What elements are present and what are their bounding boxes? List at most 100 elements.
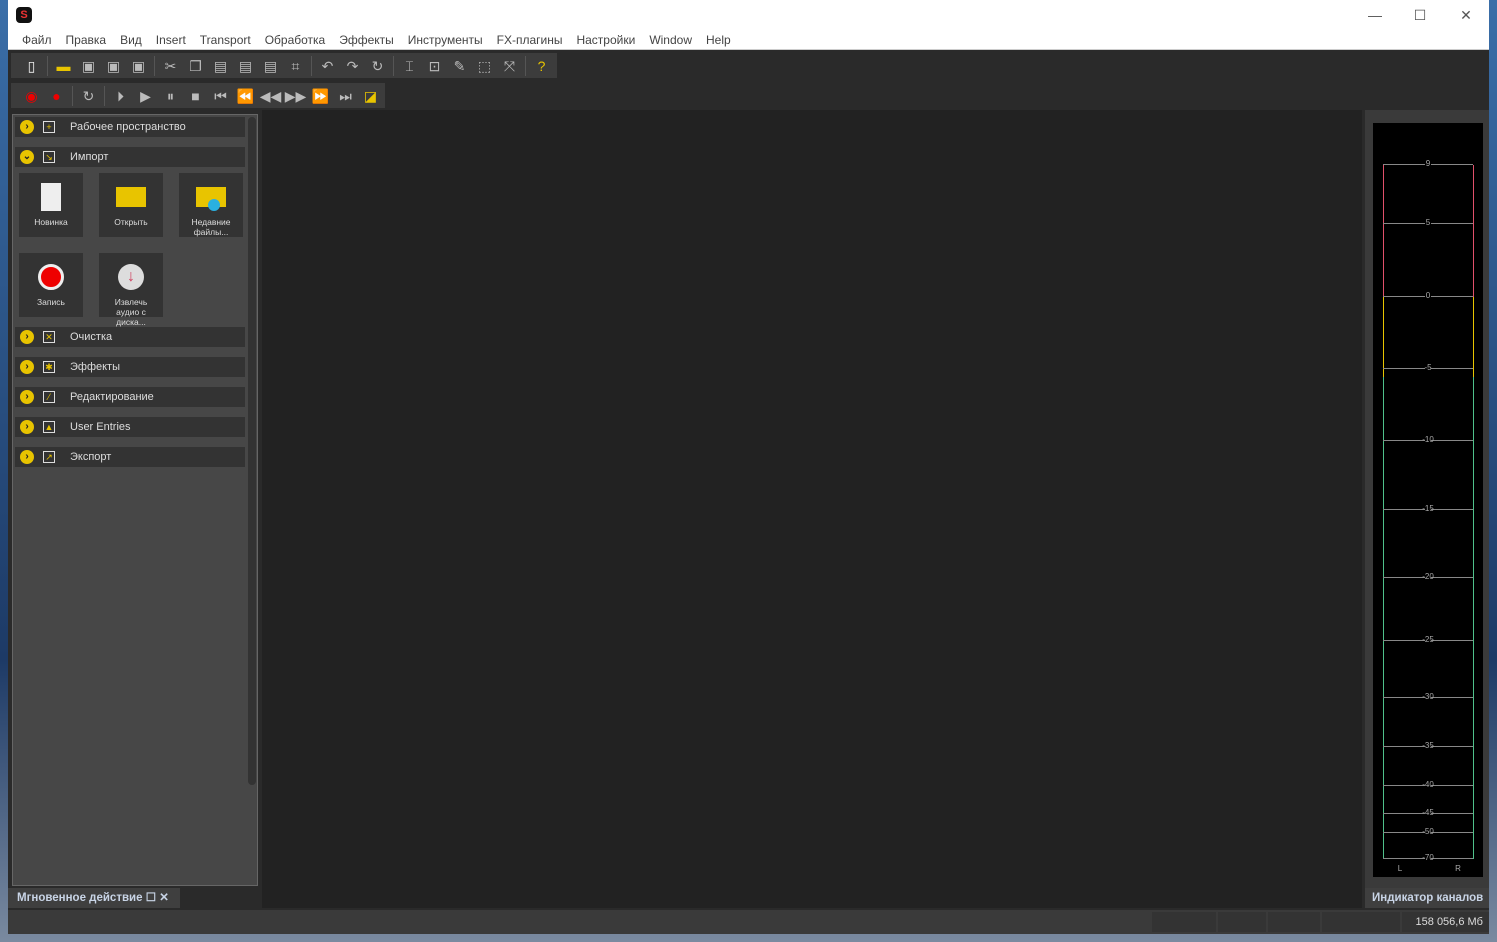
forward-icon[interactable]: ▶▶ [283, 85, 308, 107]
go-end-icon[interactable]: ⏭ [333, 85, 358, 107]
menu-5[interactable]: Обработка [258, 30, 333, 49]
channel-label: L [1397, 864, 1403, 873]
channel-meter-tab[interactable]: Индикатор каналов [1365, 888, 1489, 908]
section-user[interactable]: › ▲ User Entries [15, 417, 245, 437]
status-cell [1268, 912, 1320, 932]
copy-icon[interactable]: ❐ [183, 55, 208, 77]
save-icon[interactable]: ▣ [76, 55, 101, 77]
stop-icon[interactable]: ■ [183, 85, 208, 107]
chevron-right-icon[interactable]: › [20, 420, 34, 434]
meter-label: -25 [1422, 635, 1434, 644]
prev-icon[interactable]: ⏪ [233, 85, 258, 107]
chevron-right-icon[interactable]: › [20, 120, 34, 134]
chevron-right-icon[interactable]: › [20, 390, 34, 404]
instant-action-label: Мгновенное действие [17, 892, 143, 904]
menu-11[interactable]: Help [699, 30, 738, 49]
status-bar: 158 056,6 Мб [8, 910, 1489, 934]
menu-6[interactable]: Эффекты [332, 30, 401, 49]
pause-icon[interactable]: ⏸ [158, 85, 183, 107]
open-folder-icon[interactable]: ▬ [51, 55, 76, 77]
meter-label: -35 [1422, 741, 1434, 750]
user-icon: ▲ [43, 421, 55, 433]
instant-action-tab[interactable]: Мгновенное действие ☐ ✕ [8, 888, 180, 908]
chevron-right-icon[interactable]: › [20, 450, 34, 464]
menu-8[interactable]: FX-плагины [490, 30, 570, 49]
select-icon[interactable]: ⬚ [472, 55, 497, 77]
save-all-icon[interactable]: ▣ [126, 55, 151, 77]
mix-paste-icon[interactable]: ▤ [233, 55, 258, 77]
repeat-icon[interactable]: ↻ [365, 55, 390, 77]
effects-icon: ✱ [43, 361, 55, 373]
new-file-icon[interactable]: ▯ [19, 55, 44, 77]
crop-icon[interactable]: ⌗ [283, 55, 308, 77]
redo-icon[interactable]: ↷ [340, 55, 365, 77]
maximize-button[interactable]: ☐ [1405, 4, 1435, 26]
minimize-button[interactable]: — [1360, 4, 1390, 26]
rewind-icon[interactable]: ◀◀ [258, 85, 283, 107]
edit-icon: ⁄ [43, 391, 55, 403]
record-pause-icon[interactable]: ◉ [19, 85, 44, 107]
cleanup-icon: ✕ [43, 331, 55, 343]
section-cleanup[interactable]: › ✕ Очистка [15, 327, 245, 347]
close-button[interactable]: ✕ [1451, 4, 1481, 26]
menu-2[interactable]: Вид [113, 30, 149, 49]
section-label: Рабочее пространство [70, 121, 186, 133]
chevron-right-icon[interactable]: › [20, 330, 34, 344]
status-cell [1218, 912, 1266, 932]
scrollbar[interactable] [248, 117, 256, 785]
tile-new-file[interactable]: Новинка [19, 173, 83, 237]
section-label: Экспорт [70, 451, 112, 463]
sync-icon[interactable]: ◪ [358, 85, 383, 107]
tile-label: Недавние файлы... [191, 217, 231, 237]
trim-icon[interactable]: ⌶ [397, 55, 422, 77]
paste-icon[interactable]: ▤ [208, 55, 233, 77]
play-all-icon[interactable]: ⏵ [108, 85, 133, 107]
section-export[interactable]: › ↗ Экспорт [15, 447, 245, 467]
menu-9[interactable]: Настройки [569, 30, 642, 49]
next-icon[interactable]: ⏩ [308, 85, 333, 107]
close-icon[interactable]: ✕ [159, 892, 169, 904]
tile-open-folder[interactable]: Открыть [99, 173, 163, 237]
chevron-right-icon[interactable]: › [20, 360, 34, 374]
section-workspace[interactable]: › + Рабочее пространство [15, 117, 245, 137]
restore-icon[interactable]: ☐ [146, 892, 156, 904]
record-icon [19, 259, 83, 295]
tile-record[interactable]: Запись [19, 253, 83, 317]
menu-7[interactable]: Инструменты [401, 30, 490, 49]
menu-3[interactable]: Insert [149, 30, 193, 49]
tile-extract-cd[interactable]: ↓ Извлечь аудио с диска... [99, 253, 163, 327]
go-start-icon[interactable]: ⏮ [208, 85, 233, 107]
section-label: Импорт [70, 151, 109, 163]
meter-label: -45 [1422, 808, 1434, 817]
menu-bar: Файл Правка Вид Insert Transport Обработка Эфф… [8, 30, 1489, 50]
menu-10[interactable]: Window [642, 30, 699, 49]
menu-1[interactable]: Правка [59, 30, 114, 49]
menu-0[interactable]: Файл [15, 30, 59, 49]
cut-icon[interactable]: ✂ [158, 55, 183, 77]
chevron-down-icon[interactable]: ⌄ [20, 150, 34, 164]
pencil-icon[interactable]: ✎ [447, 55, 472, 77]
section-import[interactable]: ⌄ ↘ Импорт [15, 147, 245, 167]
open-folder-icon [99, 179, 163, 215]
main-toolbar: ▯ ▬ ▣ ▣ ▣ ✂ ❐ ▤ ▤ ▤ ⌗ ↶ ↷ ↻ ⌶ ⊡ ✎ ⬚ ⤧ ? [10, 52, 558, 79]
meter-label: 5 [1425, 218, 1431, 227]
zoom-selection-icon[interactable]: ⊡ [422, 55, 447, 77]
tile-recent-files[interactable]: Недавние файлы... [179, 173, 243, 237]
tile-label: Запись [37, 297, 65, 307]
paste-play-icon[interactable]: ▤ [258, 55, 283, 77]
play-icon[interactable]: ▶ [133, 85, 158, 107]
section-effects[interactable]: › ✱ Эффекты [15, 357, 245, 377]
envelope-icon[interactable]: ⤧ [497, 55, 522, 77]
meter-label: 0 [1425, 291, 1431, 300]
menu-4[interactable]: Transport [193, 30, 258, 49]
hub-explorer-panel: › + Рабочее пространство ⌄ ↘ Импорт › ✕ Очистка ›… [12, 114, 258, 886]
help-icon[interactable]: ? [529, 55, 554, 77]
record-icon[interactable]: ● [44, 85, 69, 107]
meter-scale-bar [1473, 165, 1474, 297]
undo-icon[interactable]: ↶ [315, 55, 340, 77]
section-edit[interactable]: › ⁄ Редактирование [15, 387, 245, 407]
save-as-icon[interactable]: ▣ [101, 55, 126, 77]
loop-icon[interactable]: ↻ [76, 85, 101, 107]
tile-label: Извлечь аудио с диска... [114, 297, 148, 327]
meter-label: 9 [1425, 159, 1431, 168]
